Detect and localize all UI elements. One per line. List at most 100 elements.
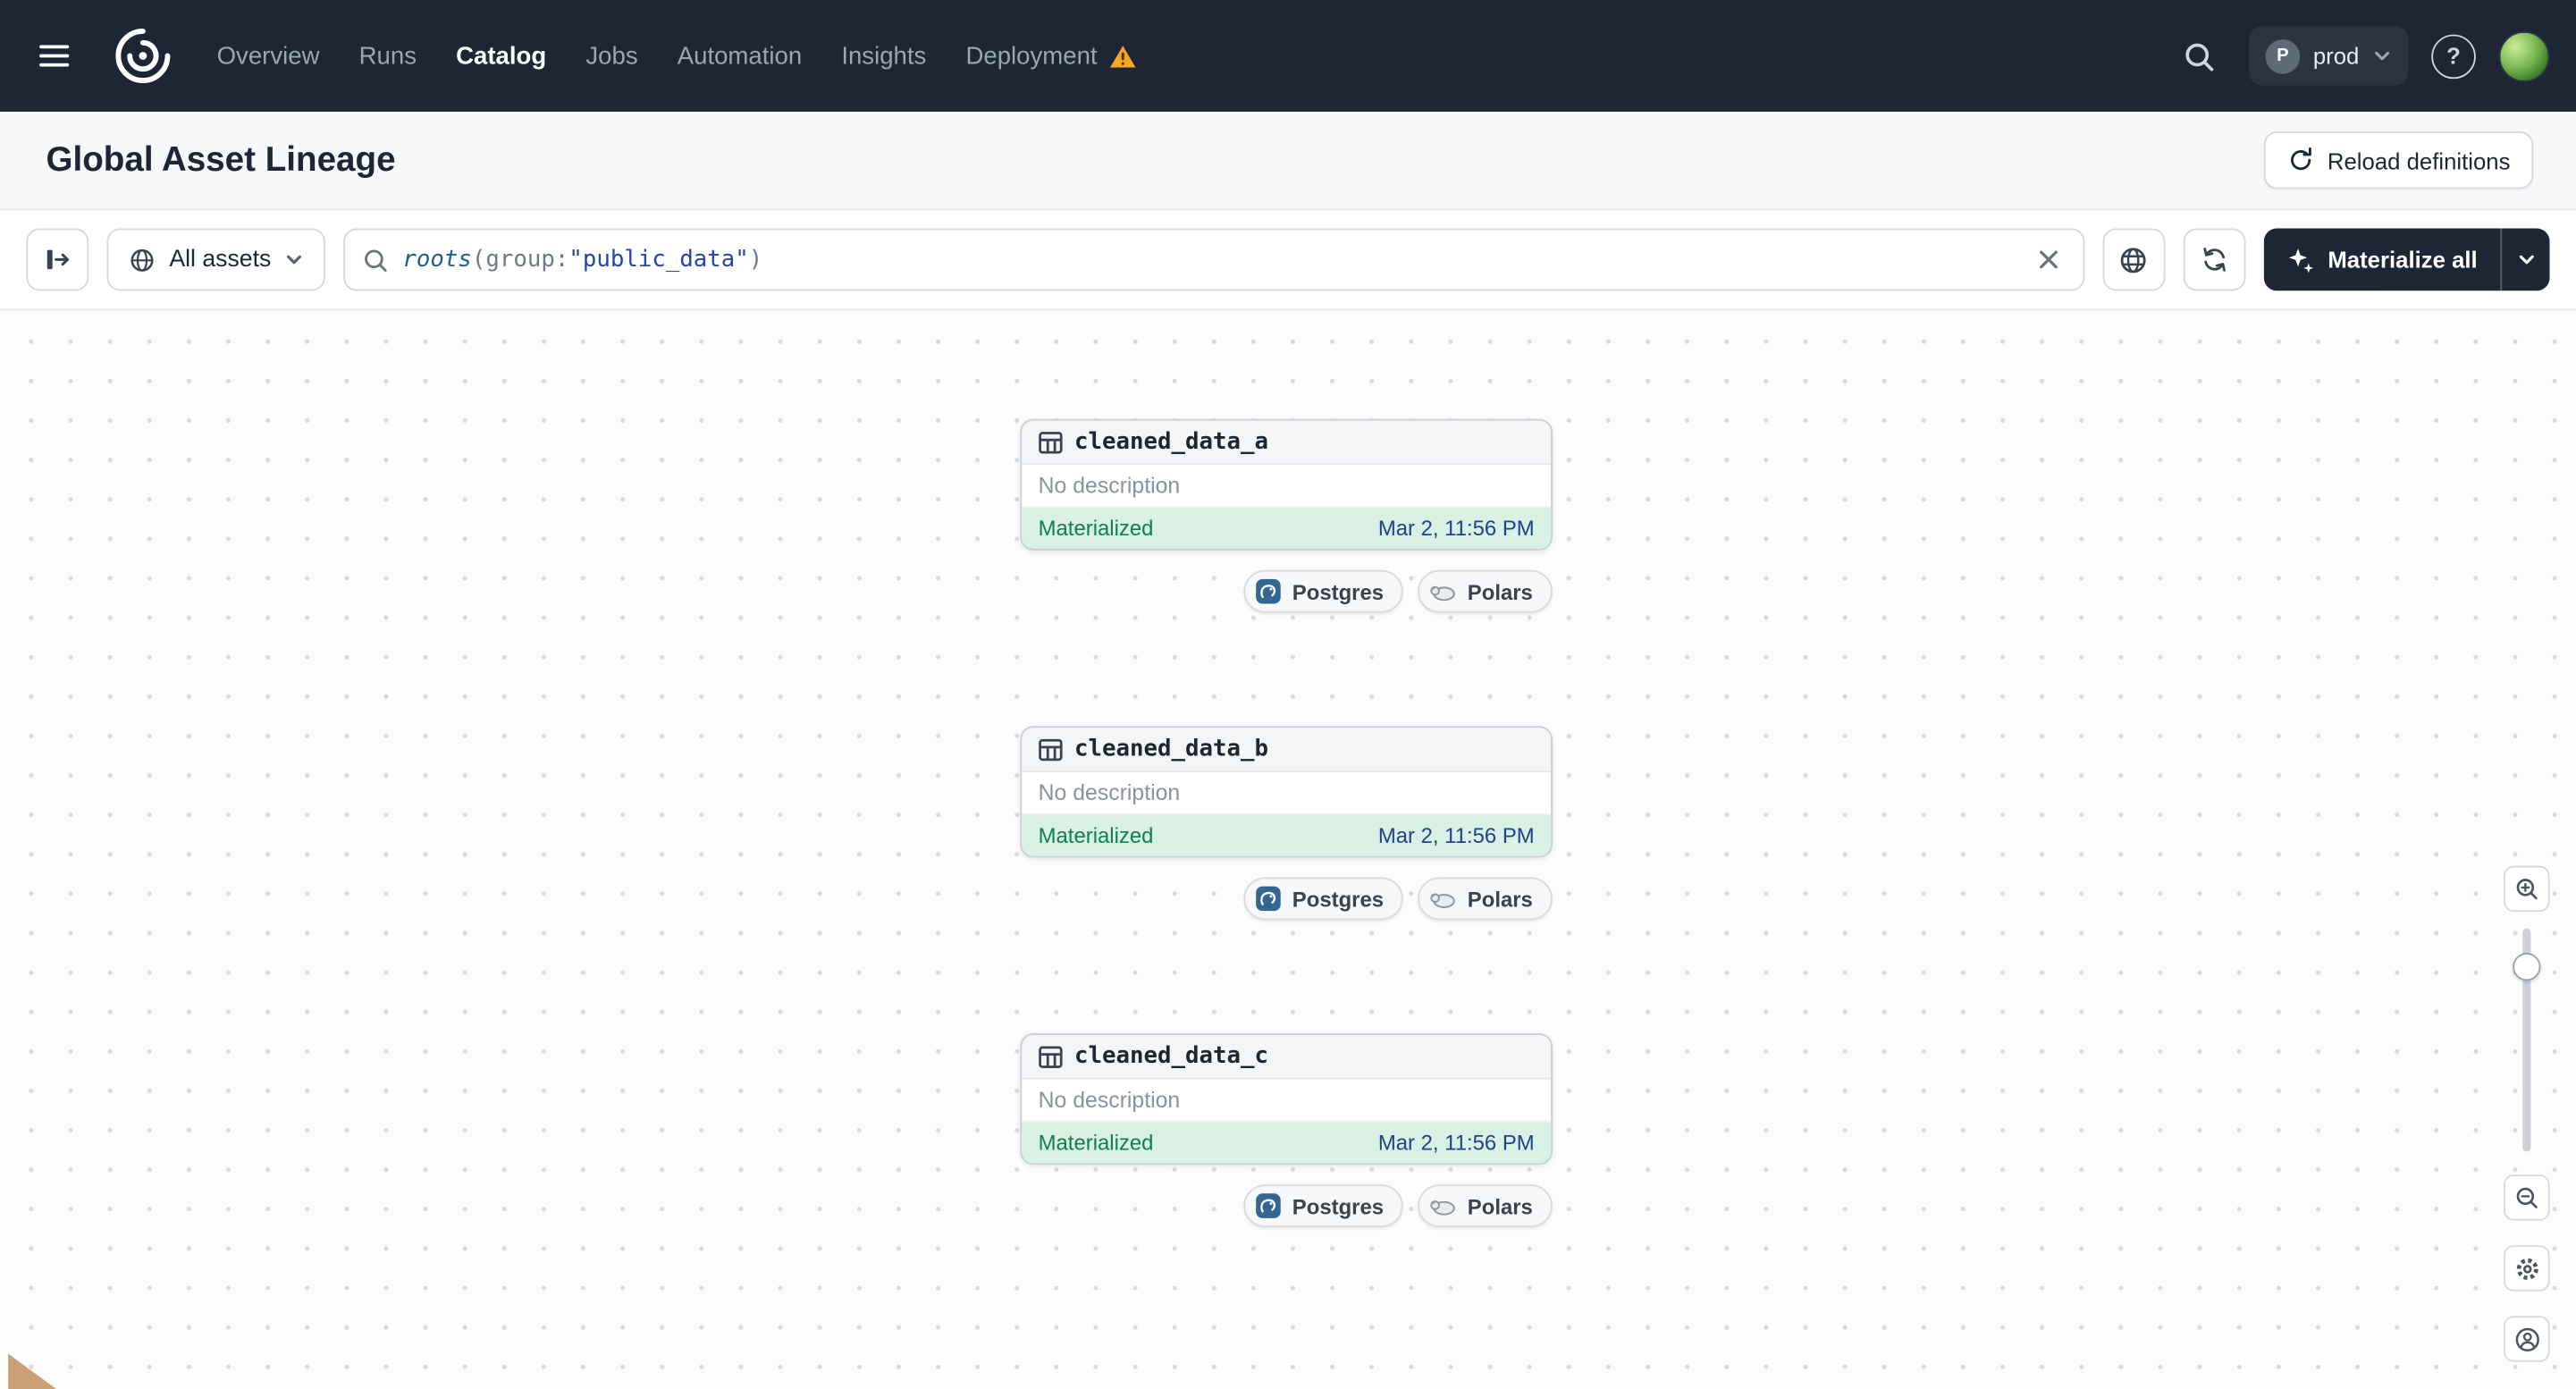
materialize-all-button[interactable]: Materialize all	[2263, 228, 2501, 291]
help-button[interactable]: ?	[2431, 33, 2476, 79]
tag-postgres[interactable]: Postgres	[1242, 1184, 1404, 1227]
clear-search-button[interactable]	[2031, 241, 2067, 277]
polars-icon	[1430, 577, 1458, 605]
menu-icon	[39, 45, 70, 67]
postgres-icon	[1255, 885, 1283, 913]
asset-node-header: cleaned_data_b	[1022, 728, 1552, 772]
asset-node-header: cleaned_data_c	[1022, 1034, 1552, 1080]
tag-polars[interactable]: Polars	[1418, 1184, 1553, 1227]
gear-icon	[2515, 1257, 2538, 1279]
zoom-in-icon	[2516, 879, 2538, 900]
dagster-logo	[108, 21, 177, 90]
polars-icon	[1430, 1191, 1458, 1219]
refresh-icon	[2203, 248, 2226, 272]
table-icon	[1039, 737, 1063, 761]
nav-item-deployment-label: Deployment	[965, 41, 1098, 71]
lineage-canvas[interactable]: cleaned_data_a No description Materializ…	[0, 310, 2576, 1389]
zoom-out-icon	[2516, 1187, 2538, 1208]
tag-polars[interactable]: Polars	[1418, 569, 1553, 613]
table-icon	[1039, 1045, 1063, 1068]
asset-status-row: Materialized Mar 2, 11:56 PM	[1022, 1122, 1552, 1164]
refresh-button[interactable]	[2183, 228, 2246, 291]
asset-description: No description	[1022, 465, 1552, 508]
asset-description: No description	[1022, 772, 1552, 815]
asset-node-cleaned-data-a[interactable]: cleaned_data_a No description Materializ…	[1020, 418, 1553, 551]
query-attribute: group:	[485, 246, 569, 274]
search-icon	[2185, 42, 2214, 71]
materialize-all-label: Materialize all	[2328, 246, 2478, 274]
nav-item-catalog[interactable]: Catalog	[456, 42, 546, 70]
tag-label: Postgres	[1292, 886, 1385, 912]
asset-selection-query: roots(group:"public_data")	[402, 247, 2017, 273]
nav-item-deployment[interactable]: Deployment	[965, 42, 1136, 70]
asset-selection-input[interactable]: roots(group:"public_data")	[343, 228, 2085, 291]
zoom-slider[interactable]	[2504, 928, 2549, 1152]
asset-tags-row: Postgres Polars	[1020, 1184, 1553, 1227]
lineage-toolbar: All assets roots(group:"public_data") Ma…	[0, 210, 2576, 311]
help-icon: ?	[2446, 42, 2461, 70]
zoom-slider-handle[interactable]	[2513, 953, 2541, 981]
toggle-sidebar-button[interactable]	[26, 228, 89, 291]
asset-status-row: Materialized Mar 2, 11:56 PM	[1022, 814, 1552, 856]
syntax-globe-icon	[2121, 247, 2147, 273]
deployment-name: prod	[2312, 42, 2360, 70]
tag-label: Polars	[1467, 1193, 1533, 1218]
nav-item-insights[interactable]: Insights	[841, 42, 926, 70]
zoom-out-button[interactable]	[2504, 1174, 2550, 1221]
chevron-down-icon	[2518, 255, 2533, 265]
avatar[interactable]	[2498, 30, 2550, 81]
asset-description: No description	[1022, 1080, 1552, 1123]
app: Overview Runs Catalog Jobs Automation In…	[0, 0, 2576, 1389]
user-icon	[2514, 1326, 2538, 1351]
canvas-controls	[2504, 865, 2550, 1362]
search-button[interactable]	[2172, 29, 2227, 83]
asset-node-header: cleaned_data_a	[1022, 420, 1552, 466]
search-icon	[365, 248, 387, 272]
minimap-corner	[8, 1352, 58, 1389]
query-function: roots	[402, 246, 472, 274]
asset-scope-dropdown[interactable]: All assets	[106, 228, 326, 291]
asset-tags-row: Postgres Polars	[1020, 877, 1553, 921]
tag-label: Postgres	[1292, 1193, 1385, 1218]
asset-name: cleaned_data_a	[1074, 428, 1268, 456]
feedback-button[interactable]	[2504, 1316, 2550, 1362]
page-header: Global Asset Lineage Reload definitions	[0, 111, 2576, 211]
tag-postgres[interactable]: Postgres	[1242, 569, 1404, 613]
sparkle-icon	[2288, 248, 2314, 273]
materialization-timestamp[interactable]: Mar 2, 11:56 PM	[1378, 1131, 1535, 1156]
asset-status-row: Materialized Mar 2, 11:56 PM	[1022, 507, 1552, 549]
panel-toggle-icon	[46, 249, 70, 270]
status-badge: Materialized	[1038, 516, 1154, 541]
menu-button[interactable]	[26, 28, 81, 83]
nav-item-jobs[interactable]: Jobs	[585, 42, 637, 70]
table-icon	[1039, 431, 1063, 453]
query-paren-close: )	[748, 246, 763, 274]
query-value: "public_data"	[568, 246, 749, 274]
asset-scope-label: All assets	[169, 246, 272, 274]
materialization-timestamp[interactable]: Mar 2, 11:56 PM	[1378, 516, 1535, 541]
zoom-in-button[interactable]	[2504, 865, 2550, 913]
asset-node-cleaned-data-b[interactable]: cleaned_data_b No description Materializ…	[1020, 726, 1553, 858]
asset-node-cleaned-data-c[interactable]: cleaned_data_c No description Materializ…	[1020, 1033, 1553, 1166]
deployment-switcher[interactable]: P prod	[2249, 26, 2409, 86]
page-title: Global Asset Lineage	[46, 140, 396, 179]
nav-item-overview[interactable]: Overview	[217, 42, 320, 70]
postgres-icon	[1255, 577, 1283, 605]
tag-label: Polars	[1467, 578, 1533, 604]
asset-name: cleaned_data_b	[1074, 736, 1268, 762]
tag-postgres[interactable]: Postgres	[1242, 877, 1404, 921]
reload-definitions-button[interactable]: Reload definitions	[2263, 131, 2534, 189]
nav-item-runs[interactable]: Runs	[359, 42, 417, 70]
close-icon	[2039, 250, 2058, 269]
chevron-down-icon	[2375, 51, 2390, 61]
settings-button[interactable]	[2504, 1245, 2550, 1292]
tag-polars[interactable]: Polars	[1418, 877, 1553, 921]
polars-icon	[1430, 885, 1458, 913]
materialize-options-button[interactable]	[2500, 228, 2550, 291]
postgres-icon	[1255, 1191, 1283, 1219]
materialization-timestamp[interactable]: Mar 2, 11:56 PM	[1378, 823, 1535, 848]
tag-label: Polars	[1467, 886, 1533, 912]
nav-item-automation[interactable]: Automation	[678, 42, 802, 70]
selection-syntax-button[interactable]	[2102, 228, 2166, 291]
deployment-initial-badge: P	[2265, 38, 2301, 73]
